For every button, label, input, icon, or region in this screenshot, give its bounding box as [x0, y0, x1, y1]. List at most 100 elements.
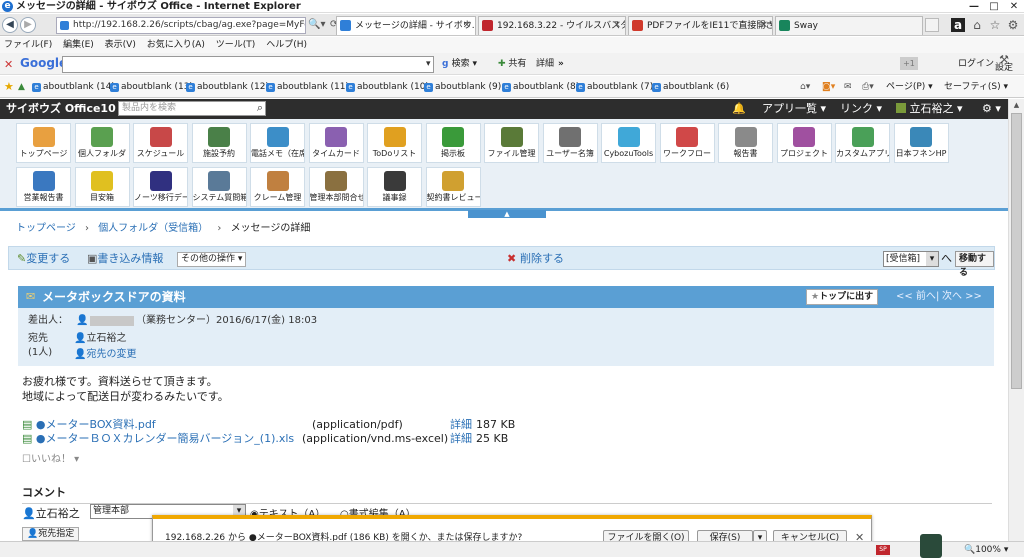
favorite-link[interactable]: aboutblank (6) — [652, 76, 729, 98]
notification-bell-icon[interactable]: 🔔 — [732, 99, 746, 119]
address-bar[interactable]: http://192.168.2.26/scripts/cbag/ag.exe?… — [56, 17, 306, 34]
home-icon[interactable]: ⌂▾ — [800, 76, 810, 98]
tab-pdf-ie11[interactable]: PDFファイルをIE11で直接開きた... ✕ — [628, 16, 773, 35]
google-search-button[interactable]: g 検索 ▾ — [442, 57, 477, 71]
collapse-panel-button[interactable]: ▲ — [468, 210, 546, 218]
app-tile[interactable]: システム質問箱 — [191, 167, 247, 207]
attachment-detail-link[interactable]: 詳細 — [450, 432, 472, 446]
menu-tools[interactable]: ツール(T) — [212, 37, 260, 53]
next-link[interactable]: 次へ >> — [942, 286, 982, 308]
vertical-scrollbar[interactable]: ▲ — [1008, 99, 1024, 541]
page-menu[interactable]: ページ(P) ▾ — [886, 76, 933, 98]
write-info-button[interactable]: ▣書き込み情報 — [87, 251, 163, 267]
search-icon[interactable]: ⌕ — [257, 101, 263, 114]
app-tile[interactable]: CybozuTools — [601, 123, 656, 163]
home-icon[interactable]: ⌂ — [970, 18, 984, 32]
favorite-link[interactable]: aboutblank (13) — [110, 76, 193, 98]
scroll-thumb[interactable] — [1011, 113, 1022, 389]
minimize-button[interactable]: — — [964, 0, 984, 13]
delete-button[interactable]: ✖ 削除する — [507, 251, 564, 267]
favorite-link[interactable]: aboutblank (8) — [502, 76, 579, 98]
scroll-up-icon[interactable]: ▲ — [1011, 101, 1022, 111]
close-tab-icon[interactable]: ✕ — [613, 17, 621, 35]
favorite-link[interactable]: aboutblank (14) — [32, 76, 115, 98]
app-list-menu[interactable]: アプリ一覧 ▾ — [762, 99, 826, 119]
menu-edit[interactable]: 編集(E) — [59, 37, 98, 53]
app-tile[interactable]: 個人フォルダ — [74, 123, 130, 163]
app-tile[interactable]: ユーザー名簿 — [542, 123, 598, 163]
close-window-button[interactable]: ✕ — [1004, 0, 1024, 13]
print-icon[interactable]: ⎙▾ — [862, 76, 874, 98]
app-tile[interactable]: タイムカード — [308, 123, 364, 163]
menu-help[interactable]: ヘルプ(H) — [262, 37, 311, 53]
app-tile[interactable]: 施設予約 — [191, 123, 247, 163]
close-toolbar-icon[interactable]: ✕ — [4, 58, 13, 71]
tab-sway[interactable]: Sway — [775, 16, 923, 35]
security-addon-icon[interactable]: SP — [876, 545, 890, 555]
share-button[interactable]: ✚ 共有 — [498, 57, 526, 71]
to-top-button[interactable]: ★トップに出す — [806, 289, 879, 305]
edit-button[interactable]: ✎変更する — [17, 251, 70, 267]
favorites-star-icon[interactable]: ★ — [4, 76, 14, 98]
new-tab-button[interactable] — [925, 18, 939, 32]
app-tile[interactable]: 掲示板 — [425, 123, 481, 163]
app-tile[interactable]: 議事録 — [367, 167, 422, 207]
app-tile[interactable]: 営業報告書 — [16, 167, 71, 207]
tools-gear-icon[interactable]: ⚙ — [1006, 18, 1020, 32]
login-button[interactable]: ログイン — [958, 57, 994, 71]
back-button[interactable]: ◀ — [2, 17, 18, 33]
app-tile[interactable]: 日本フネンHP — [893, 123, 949, 163]
app-tile[interactable]: 目安箱 — [74, 167, 130, 207]
user-menu[interactable]: 立石裕之 ▾ — [896, 99, 963, 119]
amazon-icon[interactable]: a — [951, 18, 965, 32]
google-plus-icon[interactable]: +1 — [900, 57, 918, 70]
favorite-link[interactable]: aboutblank (10) — [346, 76, 429, 98]
close-tab-icon[interactable]: ✕ — [463, 17, 471, 35]
app-tile[interactable]: カスタムアプリ — [835, 123, 890, 163]
product-search-input[interactable]: 製品内を検索 ⌕ — [118, 101, 266, 116]
mail-icon[interactable]: ✉ — [844, 76, 852, 98]
favorites-star-icon[interactable]: ☆ — [988, 18, 1002, 32]
app-tile[interactable]: 契約書レビュー — [425, 167, 481, 207]
menu-favorites[interactable]: お気に入り(A) — [143, 37, 209, 53]
app-tile[interactable]: 報告書 — [718, 123, 773, 163]
breadcrumb-inbox[interactable]: 個人フォルダ（受信箱） — [98, 223, 208, 234]
app-tile[interactable]: ファイル管理 — [484, 123, 539, 163]
forward-button[interactable]: ▶ — [20, 17, 36, 33]
like-button[interactable]: ☐いいね！ ▾ — [22, 452, 622, 467]
favorite-link[interactable]: aboutblank (11) — [266, 76, 349, 98]
more-chevron-icon[interactable]: » — [558, 57, 564, 71]
app-tile[interactable]: プロジェクト — [776, 123, 832, 163]
settings-button[interactable]: ⚒ 設定 — [992, 54, 1016, 73]
search-dropdown-icon[interactable]: 🔍▾ — [308, 19, 325, 30]
app-tile[interactable]: 電話メモ（在席 — [250, 123, 305, 163]
attachment-detail-link[interactable]: 詳細 — [450, 418, 472, 432]
change-recipient-link[interactable]: 👤宛先の変更 — [74, 348, 136, 362]
recipients-button[interactable]: 👤宛先指定 — [22, 527, 80, 541]
rss-icon[interactable]: ◙▾ — [822, 76, 835, 98]
app-tile[interactable]: ノーツ移行デー — [133, 167, 188, 207]
app-settings-gear-icon[interactable]: ⚙ ▾ — [982, 99, 1001, 119]
breadcrumb-top[interactable]: トップページ — [16, 223, 76, 234]
safety-menu[interactable]: セーフティ(S) ▾ — [944, 76, 1008, 98]
tab-message-detail[interactable]: メッセージの詳細 - サイボウ... ✕ — [336, 16, 476, 35]
google-search-dropdown-icon[interactable]: ▾ — [426, 57, 431, 71]
folder-select[interactable]: [受信箱] ▾ — [883, 251, 939, 267]
app-tile[interactable]: ワークフロー — [659, 123, 715, 163]
attachment-link[interactable]: ●メーターBOX資料.pdf — [36, 418, 156, 431]
prev-link[interactable]: << 前へ — [896, 286, 936, 308]
favorite-link[interactable]: aboutblank (12) — [186, 76, 269, 98]
maximize-button[interactable]: □ — [984, 0, 1004, 13]
app-tile[interactable]: スケジュール — [133, 123, 188, 163]
menu-view[interactable]: 表示(V) — [101, 37, 140, 53]
close-tab-icon[interactable]: ✕ — [760, 17, 768, 35]
app-tile[interactable]: 管理本部問合せ — [308, 167, 364, 207]
move-button[interactable]: 移動する — [955, 251, 994, 278]
attachment-link[interactable]: ●メーターＢＯＸカレンダー簡易バージョン_(1).xls — [36, 432, 294, 445]
tab-virusbuster[interactable]: 192.168.3.22 - ウイルスバスター... ✕ — [478, 16, 626, 35]
cybozu-logo[interactable]: サイボウズ Office10 — [6, 101, 116, 117]
app-tile[interactable]: ToDoリスト — [367, 123, 422, 163]
add-favorite-icon[interactable]: ▲ — [18, 76, 25, 98]
google-search-input[interactable] — [62, 56, 434, 73]
app-tile[interactable]: クレーム管理 — [250, 167, 305, 207]
